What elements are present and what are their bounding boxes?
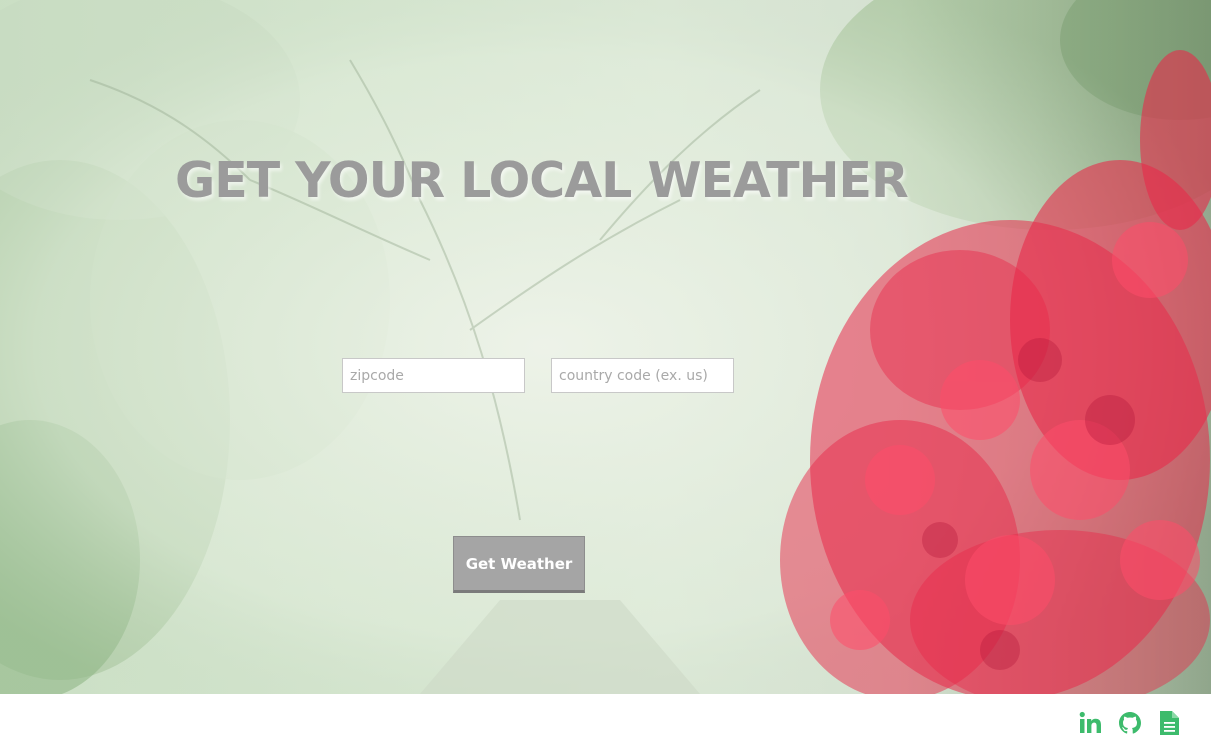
github-icon[interactable] bbox=[1117, 710, 1143, 736]
hero-background: GET YOUR LOCAL WEATHER Get Weather bbox=[0, 0, 1211, 694]
footer bbox=[0, 694, 1211, 753]
forest-background-image bbox=[0, 0, 1211, 694]
country-code-input[interactable] bbox=[551, 358, 734, 393]
document-icon[interactable] bbox=[1157, 710, 1183, 736]
linkedin-icon[interactable] bbox=[1078, 710, 1104, 736]
page-title: GET YOUR LOCAL WEATHER bbox=[175, 152, 909, 209]
get-weather-button[interactable]: Get Weather bbox=[453, 536, 585, 593]
zipcode-input[interactable] bbox=[342, 358, 525, 393]
